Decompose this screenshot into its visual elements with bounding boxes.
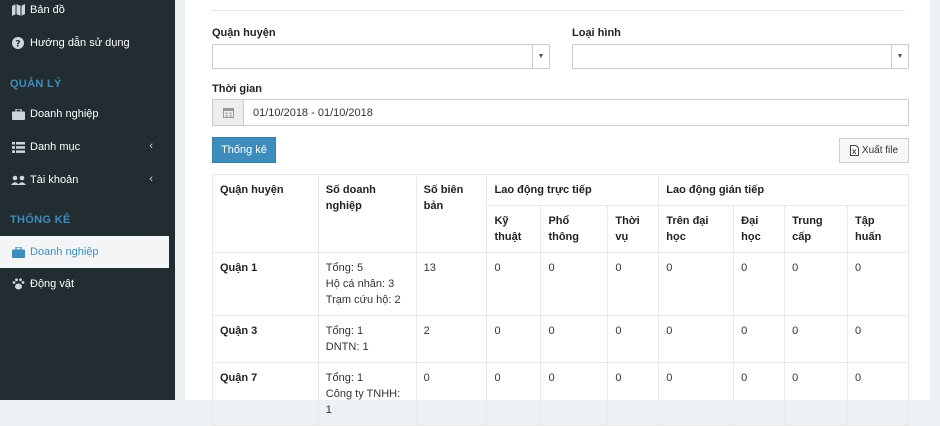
cell-general: 0 (540, 315, 609, 363)
cell-business: Tổng: 1 Công ty TNHH: 1 (317, 362, 417, 426)
cell-business-line: Tổng: 1 (325, 372, 364, 384)
sidebar-item-label: Tài khoản (30, 174, 79, 186)
caret-down-icon[interactable]: ▼ (891, 45, 908, 68)
sidebar: Bản đồ ? Hướng dẫn sử dụng QUẢN LÝ Doanh… (0, 0, 175, 400)
sidebar-item-manage-business[interactable]: Doanh nghiệp (0, 98, 175, 130)
table-row: Quận 1 Tổng: 5 Hộ cá nhân: 3 Trạm cứu hộ… (212, 252, 909, 316)
cell-above-university: 0 (658, 252, 735, 316)
stats-table: Quận huyện Số doanh nghiệp Số biên bản L… (212, 174, 909, 426)
sidebar-item-stats-animal[interactable]: Động vật (0, 268, 175, 300)
chevron-left-icon: ‹ (149, 173, 153, 185)
col-header-technical: Kỹ thuật (486, 205, 542, 253)
col-header-seasonal: Thời vụ (607, 205, 660, 253)
cell-general: 0 (540, 362, 609, 426)
sidebar-item-guide[interactable]: ? Hướng dẫn sử dụng (0, 27, 175, 59)
cell-university: 0 (733, 252, 786, 316)
cell-college: 0 (784, 362, 849, 426)
cell-college: 0 (784, 252, 849, 316)
col-header-university: Đại học (733, 205, 786, 253)
users-icon (10, 175, 26, 186)
col-header-general: Phổ thông (540, 205, 609, 253)
col-header-above-university: Trên đại học (658, 205, 735, 253)
caret-down-icon[interactable]: ▼ (532, 45, 549, 68)
date-range-value: 01/10/2018 - 01/10/2018 (253, 106, 373, 119)
cell-above-university: 0 (658, 362, 735, 426)
briefcase-icon (10, 108, 26, 120)
table-row: Quận 3 Tổng: 1 DNTN: 1 2 0 0 0 0 0 0 0 (212, 315, 909, 363)
question-icon: ? (10, 37, 26, 49)
cell-business-line: Trạm cứu hộ: 2 (325, 294, 401, 306)
sidebar-item-label: Doanh nghiệp (30, 246, 99, 258)
export-file-button[interactable]: Xuất file (839, 138, 909, 163)
cell-district: Quận 3 (212, 315, 319, 363)
cell-university: 0 (733, 362, 786, 426)
sidebar-item-map[interactable]: Bản đồ (0, 0, 175, 26)
time-label: Thời gian (212, 83, 262, 95)
sidebar-item-label: Bản đồ (30, 4, 65, 16)
cell-technical: 0 (486, 362, 542, 426)
paw-icon (10, 278, 26, 290)
cell-technical: 0 (486, 315, 542, 363)
sidebar-item-account[interactable]: Tài khoản ‹ (0, 164, 175, 196)
cell-college: 0 (784, 315, 849, 363)
sidebar-item-label: Động vật (30, 278, 75, 290)
cell-university: 0 (733, 315, 786, 363)
type-label: Loại hình (572, 27, 621, 39)
col-header-business-count: Số doanh nghiệp (317, 174, 417, 253)
col-header-direct-labor: Lao động trực tiếp (486, 174, 660, 206)
sidebar-item-label: Doanh nghiệp (30, 108, 99, 120)
cell-technical: 0 (486, 252, 542, 316)
cell-business-line: Công ty TNHH: 1 (325, 388, 401, 416)
cell-seasonal: 0 (607, 315, 660, 363)
divider (211, 10, 905, 11)
cell-above-university: 0 (658, 315, 735, 363)
cell-trainee: 0 (847, 252, 909, 316)
date-range-input[interactable]: 01/10/2018 - 01/10/2018 (212, 99, 909, 126)
section-header-manage: QUẢN LÝ (10, 78, 62, 90)
calendar-icon[interactable] (213, 100, 244, 125)
cell-trainee: 0 (847, 362, 909, 426)
district-select[interactable]: ▼ (212, 44, 550, 69)
map-icon (10, 4, 26, 16)
table-row: Quận 7 Tổng: 1 Công ty TNHH: 1 0 0 0 0 0… (212, 362, 909, 426)
briefcase-icon (10, 246, 26, 258)
list-icon (10, 141, 26, 153)
cell-business: Tổng: 1 DNTN: 1 (317, 315, 417, 363)
cell-trainee: 0 (847, 315, 909, 363)
cell-seasonal: 0 (607, 252, 660, 316)
cell-district: Quận 7 (212, 362, 319, 426)
cell-business-line: Tổng: 1 (325, 325, 364, 337)
col-header-trainee: Tập huấn (847, 205, 909, 253)
cell-general: 0 (540, 252, 609, 316)
stats-button[interactable]: Thống kê (212, 137, 276, 163)
main-panel: Quận huyện ▼ Loại hình ▼ Thời gian 01/10… (185, 0, 930, 426)
sidebar-item-label: Danh mục (30, 141, 81, 153)
file-excel-icon (849, 145, 859, 156)
cell-business-line: DNTN: 1 (325, 341, 369, 353)
cell-district: Quận 1 (212, 252, 319, 316)
sidebar-item-label: Hướng dẫn sử dụng (30, 37, 130, 49)
col-header-minutes: Số biên bản (415, 174, 488, 253)
sidebar-item-stats-business[interactable]: Doanh nghiệp (0, 236, 169, 268)
cell-minutes: 13 (415, 252, 488, 316)
cell-business-line: Hộ cá nhân: 3 (325, 278, 395, 290)
type-select[interactable]: ▼ (572, 44, 909, 69)
col-header-indirect-labor: Lao động gián tiếp (658, 174, 909, 206)
col-header-college: Trung cấp (784, 205, 849, 253)
chevron-left-icon: ‹ (149, 140, 153, 152)
sidebar-item-category[interactable]: Danh mục ‹ (0, 131, 175, 163)
section-header-stats: THỐNG KÊ (10, 214, 71, 226)
cell-business-line: Tổng: 5 (325, 262, 364, 274)
svg-text:?: ? (15, 40, 20, 50)
cell-minutes: 0 (415, 362, 488, 426)
cell-business: Tổng: 5 Hộ cá nhân: 3 Trạm cứu hộ: 2 (317, 252, 417, 316)
cell-minutes: 2 (415, 315, 488, 363)
table-header-row: Quận huyện Số doanh nghiệp Số biên bản L… (212, 174, 909, 253)
export-file-label: Xuất file (861, 145, 899, 156)
district-label: Quận huyện (212, 27, 276, 39)
col-header-district: Quận huyện (212, 174, 319, 253)
cell-seasonal: 0 (607, 362, 660, 426)
